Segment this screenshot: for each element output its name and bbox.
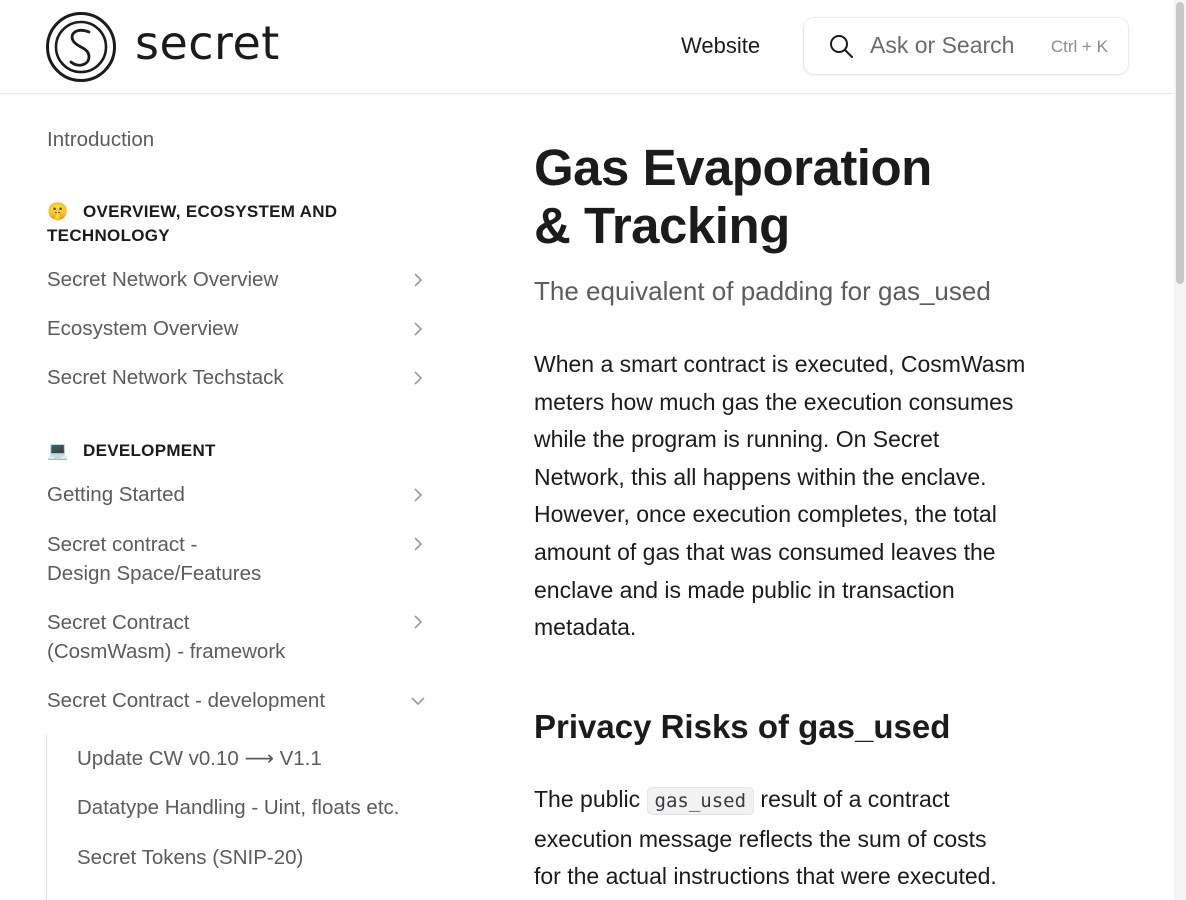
paragraph-line: metadata.	[534, 614, 637, 641]
laptop-icon: 💻	[47, 441, 69, 460]
search-box[interactable]: Ask or Search Ctrl + K	[804, 18, 1128, 74]
logo-wordmark: secret	[135, 16, 280, 70]
sidebar-subitem-datatype-handling[interactable]: Datatype Handling - Uint, floats etc.	[77, 793, 399, 822]
search-shortcut: Ctrl + K	[1050, 37, 1108, 56]
secret-logo-icon	[46, 12, 116, 82]
paragraph-line: However, once execution completes, the t…	[534, 501, 997, 528]
chevron-right-icon[interactable]	[410, 370, 426, 386]
sidebar-item-introduction[interactable]: Introduction	[47, 125, 154, 154]
chevron-right-icon[interactable]	[410, 487, 426, 503]
paragraph-line: enclave and is made public in transactio…	[534, 576, 955, 603]
inline-code: gas_used	[646, 787, 755, 815]
shushing-face-icon: 🤫	[47, 202, 69, 221]
paragraph-line: amount of gas that was consumed leaves t…	[534, 538, 996, 565]
top-header: secret Website Ask or Search Ctrl + K	[0, 0, 1174, 94]
sidebar-item-secret-network-overview[interactable]: Secret Network Overview	[47, 265, 278, 294]
sidebar-subitem-update-cw[interactable]: Update CW v0.10 ⟶ V1.1	[77, 744, 322, 773]
chevron-right-icon[interactable]	[410, 614, 426, 630]
section-title-line1: OVERVIEW, ECOSYSTEM AND	[83, 202, 338, 221]
paragraph-line: meters how much gas the execution consum…	[534, 388, 1014, 415]
paragraph-line: for the actual instructions that were ex…	[534, 863, 997, 890]
page-scrollbar[interactable]	[1174, 0, 1186, 900]
paragraph-text: The public	[534, 786, 647, 812]
website-link[interactable]: Website	[681, 33, 760, 59]
paragraph-line: execution message reflects the sum of co…	[534, 825, 987, 852]
sidebar-subitem-secret-tokens[interactable]: Secret Tokens (SNIP-20)	[77, 843, 303, 872]
section-title: DEVELOPMENT	[83, 441, 216, 460]
page-title-line2: & Tracking	[534, 197, 790, 254]
search-icon	[830, 35, 853, 58]
page-title-line1: Gas Evaporation	[534, 139, 932, 196]
secret-logo[interactable]: secret	[46, 12, 280, 82]
section-title-line2: TECHNOLOGY	[47, 226, 170, 245]
sidebar-section-development: 💻 DEVELOPMENT	[47, 439, 216, 463]
sidebar-item-design-space[interactable]: Secret contract - Design Space/Features	[47, 530, 261, 588]
sidebar-item-label: Secret Contract - development	[47, 689, 326, 712]
chevron-right-icon[interactable]	[410, 536, 426, 552]
chevron-right-icon[interactable]	[410, 272, 426, 288]
sidebar-item-label: Getting Started	[47, 483, 185, 506]
subnav-divider	[46, 735, 47, 900]
sidebar-item-ecosystem-overview[interactable]: Ecosystem Overview	[47, 314, 238, 343]
sidebar-section-overview: 🤫 OVERVIEW, ECOSYSTEM AND TECHNOLOGY	[47, 200, 337, 248]
sidebar-item-cosmwasm-framework[interactable]: Secret Contract (CosmWasm) - framework	[47, 608, 285, 666]
sidebar-item-secret-network-techstack[interactable]: Secret Network Techstack	[47, 363, 284, 392]
paragraph-text: result of a contract	[754, 786, 950, 812]
section-heading-privacy-risks: Privacy Risks of gas_used	[534, 708, 951, 745]
sidebar-item-label-line2: (CosmWasm) - framework	[47, 640, 286, 663]
sidebar-item-label-line2: Design Space/Features	[47, 562, 262, 585]
sidebar-item-getting-started[interactable]: Getting Started	[47, 480, 185, 509]
page-subtitle: The equivalent of padding for gas_used	[534, 276, 991, 306]
paragraph-line: When a smart contract is executed, CosmW…	[534, 351, 1026, 377]
page-title: Gas Evaporation & Tracking	[534, 139, 1054, 255]
intro-paragraph: When a smart contract is executed, CosmW…	[534, 346, 1074, 647]
paragraph-line: Network, this all happens within the enc…	[534, 463, 987, 490]
scrollbar-thumb[interactable]	[1176, 2, 1184, 284]
sidebar-nav: Introduction 🤫 OVERVIEW, ECOSYSTEM AND TE…	[0, 95, 450, 900]
search-placeholder: Ask or Search	[870, 32, 1015, 58]
paragraph-line: while the program is running. On Secret	[534, 426, 940, 453]
chevron-right-icon[interactable]	[410, 321, 426, 337]
privacy-paragraph: The public gas_used result of a contract…	[534, 781, 1074, 896]
sidebar-item-label-line1: Secret contract -	[47, 533, 198, 556]
chevron-down-icon[interactable]	[410, 693, 426, 709]
sidebar-item-label-line1: Secret Contract	[47, 611, 190, 634]
sidebar-item-contract-development[interactable]: Secret Contract - development	[47, 686, 325, 715]
